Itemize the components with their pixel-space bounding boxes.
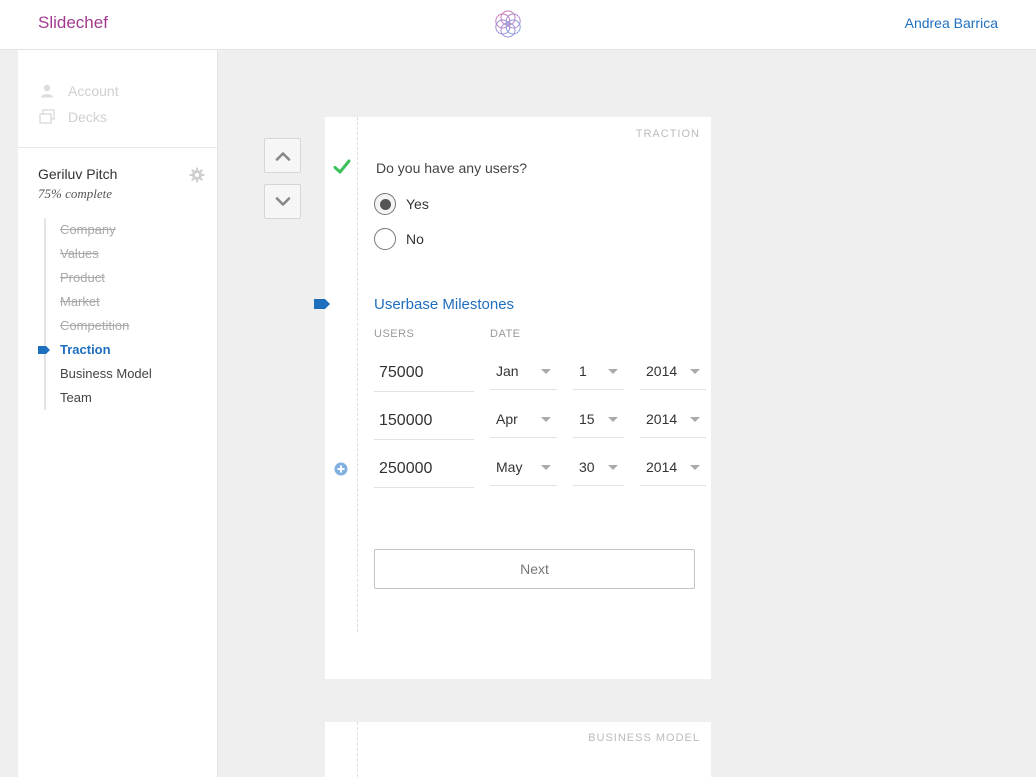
radio-label: No — [406, 231, 424, 247]
caret-down-icon — [690, 465, 700, 470]
day-value: 30 — [579, 458, 595, 475]
chevron-down-icon — [275, 196, 290, 206]
milestones-title: Userbase Milestones — [374, 296, 515, 313]
month-select[interactable]: Jan — [490, 352, 557, 390]
milestone-row: Apr 15 2014 — [374, 400, 706, 440]
month-value: Jan — [496, 362, 519, 379]
users-input[interactable] — [374, 400, 474, 440]
caret-down-icon — [541, 465, 551, 470]
top-bar: Slidechef Andrea Barrica — [0, 0, 1036, 50]
caret-down-icon — [608, 465, 618, 470]
decks-icon — [38, 109, 56, 125]
radio-button-icon — [374, 193, 396, 215]
month-value: Apr — [496, 410, 518, 427]
next-card-button[interactable] — [264, 184, 301, 219]
section-item-label: Traction — [60, 342, 111, 357]
section-list: Company Values Product Market Competitio… — [38, 218, 197, 410]
user-icon — [38, 83, 56, 99]
date-column-label: DATE — [490, 328, 521, 340]
deck-progress: 75% complete — [38, 186, 113, 201]
section-item-market[interactable]: Market — [60, 290, 197, 314]
milestone-row: Jan 1 2014 — [374, 352, 706, 392]
month-select[interactable]: Apr — [490, 400, 557, 438]
traction-card: TRACTION Do you have any users? Yes No U… — [314, 117, 711, 679]
year-value: 2014 — [646, 410, 678, 427]
sidebar-item-decks[interactable]: Decks — [18, 104, 217, 130]
users-column-label: USERS — [374, 328, 415, 340]
card-guide-line — [357, 117, 358, 632]
deck-title[interactable]: Geriluv Pitch — [38, 166, 197, 182]
flower-of-life-logo-icon[interactable] — [492, 8, 524, 40]
caret-down-icon — [541, 369, 551, 374]
sidebar: Account Decks Geriluv Pitch 75% complete… — [18, 50, 218, 777]
radio-label: Yes — [406, 196, 429, 212]
radio-button-icon — [374, 228, 396, 250]
caret-down-icon — [608, 417, 618, 422]
year-select[interactable]: 2014 — [640, 448, 706, 486]
sidebar-item-account[interactable]: Account — [18, 78, 217, 104]
section-item-values[interactable]: Values — [60, 242, 197, 266]
caret-down-icon — [690, 417, 700, 422]
question-text: Do you have any users? — [376, 160, 527, 176]
radio-yes[interactable]: Yes — [374, 193, 429, 215]
user-name-link[interactable]: Andrea Barrica — [905, 15, 998, 31]
sidebar-nav: Account Decks — [18, 50, 217, 148]
section-item-business-model[interactable]: Business Model — [60, 362, 197, 386]
card-guide-line — [357, 722, 358, 777]
section-item-competition[interactable]: Competition — [60, 314, 197, 338]
year-value: 2014 — [646, 458, 678, 475]
year-select[interactable]: 2014 — [640, 352, 706, 390]
day-value: 15 — [579, 410, 595, 427]
card-section-tag: BUSINESS MODEL — [588, 732, 700, 744]
day-select[interactable]: 1 — [573, 352, 624, 390]
users-input[interactable] — [374, 352, 474, 392]
users-input[interactable] — [374, 448, 474, 488]
section-item-team[interactable]: Team — [60, 386, 197, 410]
caret-down-icon — [541, 417, 551, 422]
chevron-up-icon — [275, 151, 290, 161]
day-select[interactable]: 15 — [573, 400, 624, 438]
day-value: 1 — [579, 362, 587, 379]
day-select[interactable]: 30 — [573, 448, 624, 486]
sidebar-item-label: Account — [68, 83, 119, 99]
radio-no[interactable]: No — [374, 228, 424, 250]
month-select[interactable]: May — [490, 448, 557, 486]
section-item-product[interactable]: Product — [60, 266, 197, 290]
section-item-company[interactable]: Company — [60, 218, 197, 242]
previous-card-button[interactable] — [264, 138, 301, 173]
section-item-traction[interactable]: Traction — [38, 338, 197, 362]
current-question-marker-icon — [314, 299, 330, 309]
checkmark-icon — [333, 159, 351, 174]
year-select[interactable]: 2014 — [640, 400, 706, 438]
deck-summary: Geriluv Pitch 75% complete Company Value… — [18, 148, 217, 410]
card-section-tag: TRACTION — [635, 128, 700, 140]
add-milestone-icon[interactable] — [334, 462, 348, 476]
month-value: May — [496, 458, 523, 475]
current-section-marker-icon — [38, 346, 50, 354]
milestone-row: May 30 2014 — [374, 448, 706, 488]
gear-icon[interactable] — [189, 167, 205, 183]
sidebar-item-label: Decks — [68, 109, 107, 125]
next-button[interactable]: Next — [374, 549, 695, 589]
business-model-card: BUSINESS MODEL — [325, 722, 711, 777]
caret-down-icon — [608, 369, 618, 374]
brand-name[interactable]: Slidechef — [38, 13, 108, 33]
year-value: 2014 — [646, 362, 678, 379]
caret-down-icon — [690, 369, 700, 374]
